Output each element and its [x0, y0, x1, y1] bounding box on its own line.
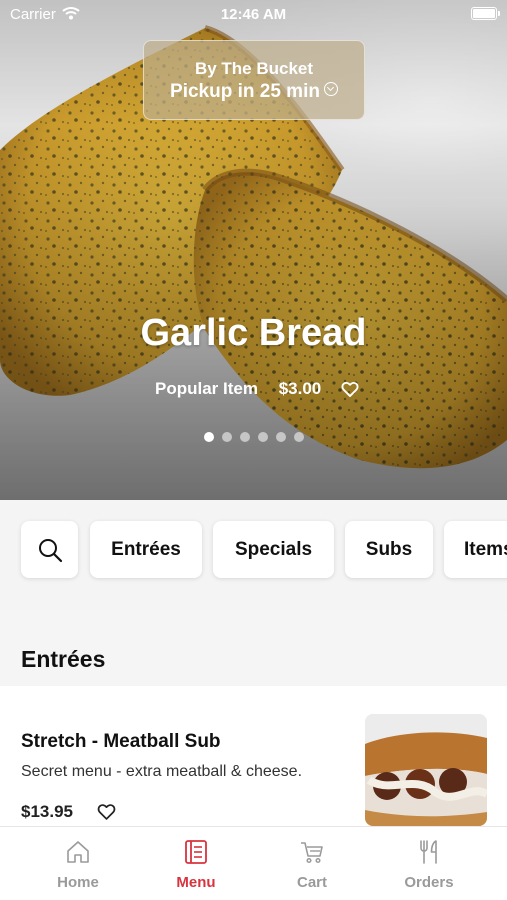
home-icon — [67, 841, 89, 863]
item-description: Secret menu - extra meatball & cheese. — [21, 763, 303, 780]
store-name: By The Bucket — [194, 59, 314, 78]
page-dot-4[interactable] — [257, 432, 268, 442]
popular-badge: Popular Item — [155, 378, 258, 398]
category-chip-specials[interactable]: Specials — [213, 521, 334, 578]
tab-bar: Home Menu Cart Orders — [0, 826, 507, 900]
menu-book-icon — [185, 840, 207, 864]
item-name: Stretch - Meatball Sub — [21, 731, 221, 752]
tab-home[interactable]: Home — [15, 827, 141, 900]
search-icon — [38, 538, 62, 562]
page-dot-6[interactable] — [293, 432, 304, 442]
store-selector[interactable]: By The Bucket Pickup in 25 min — [143, 40, 365, 120]
favorite-heart-icon[interactable] — [340, 379, 360, 399]
meatball-sub-image — [365, 714, 487, 826]
featured-price: $3.00 — [278, 378, 322, 398]
clock: 12:46 AM — [220, 6, 287, 23]
section-title: Entrées — [21, 646, 106, 672]
item-photo — [365, 714, 487, 826]
tab-label: Orders — [404, 874, 454, 891]
category-chip-items[interactable]: Items — [444, 521, 507, 578]
page-dot-1[interactable] — [203, 432, 214, 442]
tab-label: Home — [57, 874, 99, 891]
page-dot-3[interactable] — [239, 432, 250, 442]
utensils-icon — [420, 840, 437, 864]
item-price: $13.95 — [21, 802, 73, 821]
category-chip-subs[interactable]: Subs — [345, 521, 433, 578]
pickup-label: Pickup in 25 min — [170, 81, 320, 102]
search-button[interactable] — [21, 521, 78, 578]
status-bar: Carrier 12:46 AM — [0, 0, 507, 28]
cart-icon — [301, 842, 323, 864]
featured-hero[interactable]: Carrier 12:46 AM By The Bucket Pickup in… — [0, 0, 507, 500]
page-dot-5[interactable] — [275, 432, 286, 442]
battery-icon — [471, 7, 500, 20]
carousel-page-indicator[interactable] — [0, 429, 507, 447]
tab-orders[interactable]: Orders — [366, 827, 492, 900]
category-chips[interactable]: Entrées Specials Subs Items — [0, 500, 507, 610]
featured-item-title: Garlic Bread — [140, 312, 367, 354]
favorite-heart-icon[interactable] — [96, 801, 117, 822]
chevron-down-circle-icon — [323, 82, 338, 96]
tab-label: Cart — [296, 874, 327, 891]
tab-menu[interactable]: Menu — [133, 827, 259, 900]
page-dot-2[interactable] — [221, 432, 232, 442]
category-chip-entrees[interactable]: Entrées — [90, 521, 202, 578]
pickup-time: Pickup in 25 min — [144, 81, 364, 103]
featured-item-meta: Popular Item $3.00 — [0, 378, 507, 399]
tab-cart[interactable]: Cart — [249, 827, 375, 900]
tab-label: Menu — [176, 874, 216, 891]
